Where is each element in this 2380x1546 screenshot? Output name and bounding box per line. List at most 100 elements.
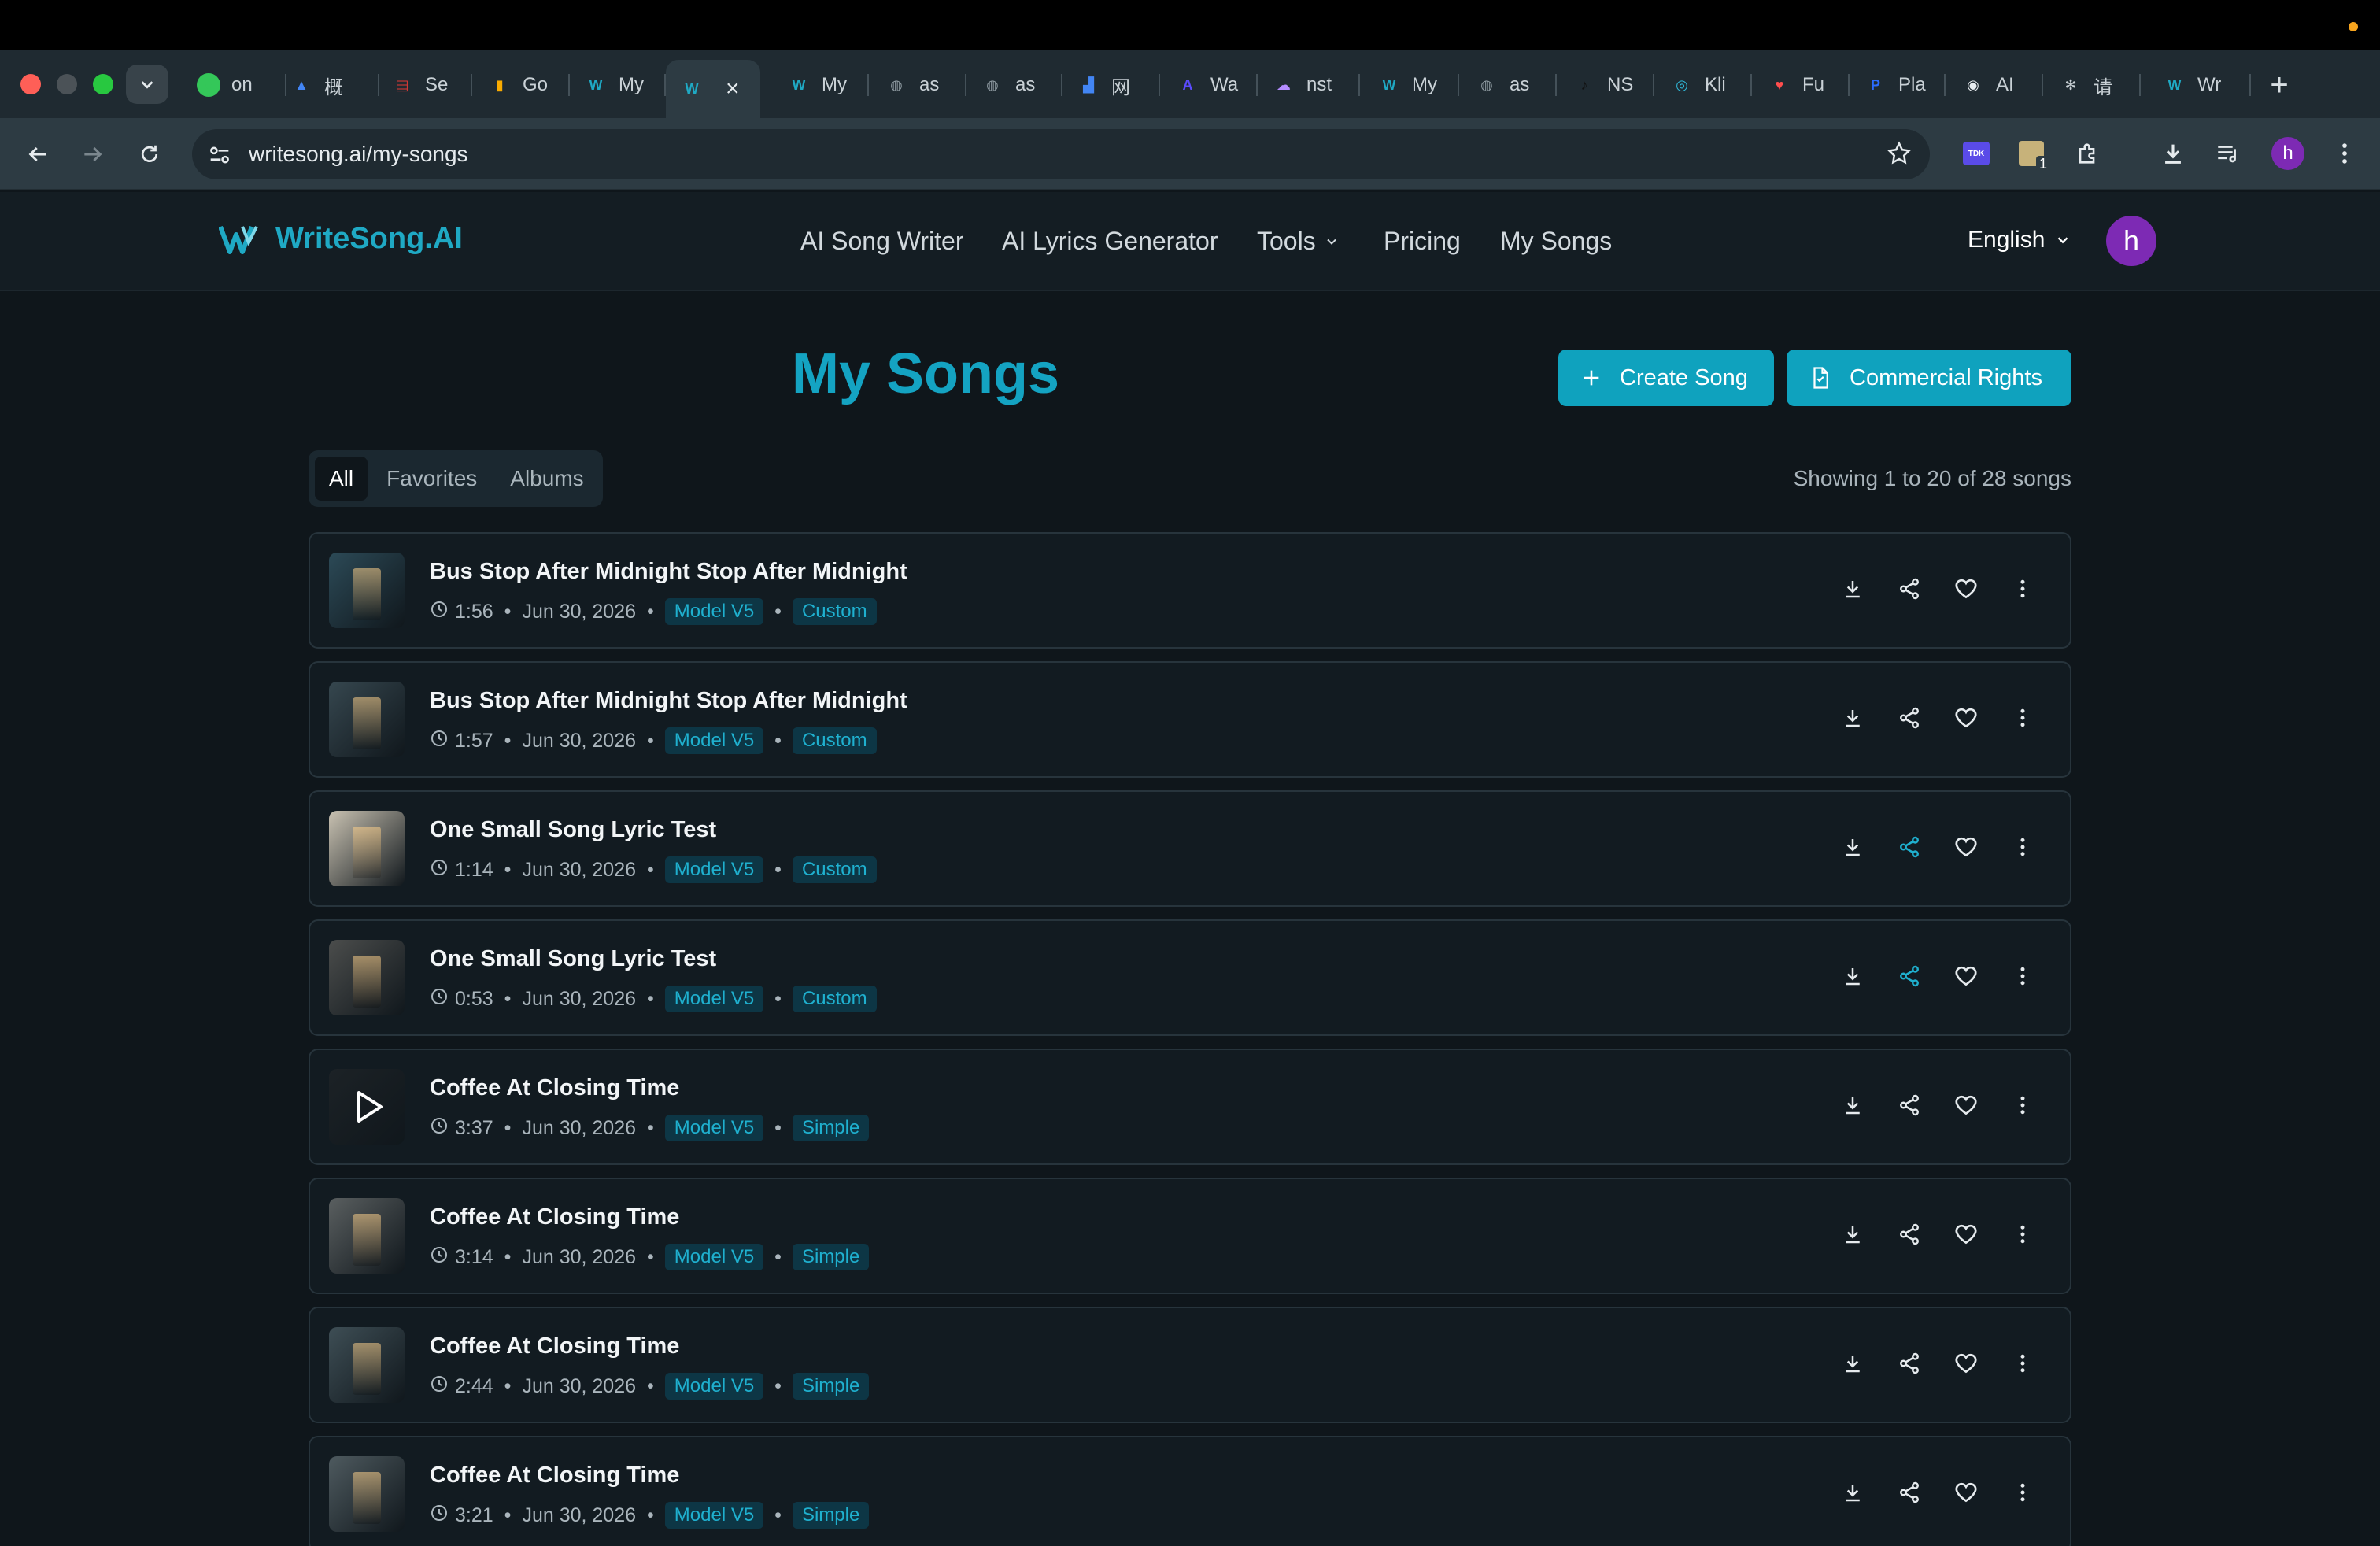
- more-options-icon[interactable]: [2007, 1348, 2038, 1379]
- filter-tab-albums[interactable]: Albums: [496, 457, 597, 501]
- song-row[interactable]: One Small Song Lyric Test 0:53 • Jun 30, 20…: [309, 919, 2071, 1036]
- song-row[interactable]: One Small Song Lyric Test 1:14 • Jun 30, 20…: [309, 790, 2071, 907]
- maximize-window-button[interactable]: [93, 74, 113, 94]
- share-icon[interactable]: [1894, 831, 1925, 863]
- song-title[interactable]: Bus Stop After Midnight Stop After Midni…: [430, 688, 907, 714]
- browser-tab[interactable]: W ×: [666, 60, 760, 118]
- browser-tab[interactable]: ▲ 概: [275, 66, 379, 104]
- share-icon[interactable]: [1894, 702, 1925, 734]
- minimize-window-button[interactable]: [57, 74, 77, 94]
- download-icon[interactable]: [1837, 702, 1868, 734]
- download-icon[interactable]: [1837, 1477, 1868, 1508]
- song-title[interactable]: Coffee At Closing Time: [430, 1333, 679, 1359]
- browser-tab[interactable]: ☁ nst: [1258, 66, 1360, 104]
- song-row[interactable]: Coffee At Closing Time 3:21 • Jun 30, 2026 •…: [309, 1436, 2071, 1546]
- more-options-icon[interactable]: [2007, 573, 2038, 605]
- more-options-icon[interactable]: [2007, 1219, 2038, 1250]
- browser-tab[interactable]: W My: [1363, 66, 1459, 104]
- browser-tab[interactable]: ▤ Se: [376, 66, 472, 104]
- more-options-icon[interactable]: [2007, 831, 2038, 863]
- browser-tab[interactable]: ▟ 网: [1062, 66, 1160, 104]
- download-icon[interactable]: [1837, 1348, 1868, 1379]
- song-cover-art[interactable]: [329, 1069, 405, 1145]
- song-title[interactable]: Coffee At Closing Time: [430, 1463, 679, 1489]
- downloads-button[interactable]: [2155, 135, 2191, 172]
- song-title[interactable]: One Small Song Lyric Test: [430, 946, 716, 972]
- play-icon[interactable]: [329, 1069, 405, 1145]
- song-title[interactable]: Coffee At Closing Time: [430, 1075, 679, 1101]
- forward-button[interactable]: [76, 137, 110, 172]
- browser-profile-avatar[interactable]: h: [2271, 137, 2304, 170]
- filter-tab-all[interactable]: All: [315, 457, 368, 501]
- site-settings-icon[interactable]: [206, 142, 233, 168]
- song-cover-art[interactable]: [329, 1327, 405, 1403]
- browser-tab[interactable]: A Wa: [1162, 66, 1258, 104]
- heart-icon[interactable]: [1950, 831, 1982, 863]
- heart-icon[interactable]: [1950, 1089, 1982, 1121]
- more-options-icon[interactable]: [2007, 1089, 2038, 1121]
- commercial-rights-button[interactable]: Commercial Rights: [1787, 350, 2071, 406]
- address-bar[interactable]: writesong.ai/my-songs: [192, 129, 1930, 179]
- song-row[interactable]: Coffee At Closing Time 3:37 • Jun 30, 2026 •…: [309, 1049, 2071, 1165]
- song-cover-art[interactable]: [329, 940, 405, 1015]
- nav-my-songs[interactable]: My Songs: [1500, 227, 1612, 256]
- browser-menu-button[interactable]: [2326, 135, 2363, 172]
- song-cover-art[interactable]: [329, 1456, 405, 1532]
- notes-extension-icon[interactable]: 1: [2013, 135, 2050, 172]
- song-row[interactable]: Coffee At Closing Time 2:44 • Jun 30, 2026 •…: [309, 1307, 2071, 1423]
- new-tab-button[interactable]: +: [2260, 66, 2298, 104]
- browser-tab[interactable]: ◍ as: [966, 66, 1062, 104]
- site-logo[interactable]: WriteSong.AI: [219, 222, 463, 256]
- browser-tab[interactable]: ◉ AI: [1947, 66, 2043, 104]
- browser-tab[interactable]: ♥ Fu: [1754, 66, 1850, 104]
- language-select[interactable]: English: [1968, 227, 2071, 253]
- nav-tools[interactable]: Tools: [1257, 227, 1340, 256]
- heart-icon[interactable]: [1950, 1219, 1982, 1250]
- share-icon[interactable]: [1894, 960, 1925, 992]
- share-icon[interactable]: [1894, 1477, 1925, 1508]
- download-icon[interactable]: [1837, 960, 1868, 992]
- tdk-extension-icon[interactable]: TDK: [1958, 135, 1994, 172]
- share-icon[interactable]: [1894, 1089, 1925, 1121]
- browser-tab[interactable]: W My: [773, 66, 869, 104]
- create-song-button[interactable]: Create Song: [1558, 350, 1774, 406]
- browser-tab[interactable]: ● on: [183, 66, 286, 104]
- browser-tab[interactable]: W Wr: [2149, 66, 2251, 104]
- browser-tab[interactable]: ♪ NS: [1558, 66, 1654, 104]
- share-icon[interactable]: [1894, 1219, 1925, 1250]
- browser-tab[interactable]: ◎ Kli: [1656, 66, 1752, 104]
- download-icon[interactable]: [1837, 573, 1868, 605]
- song-row[interactable]: Coffee At Closing Time 3:14 • Jun 30, 2026 •…: [309, 1178, 2071, 1294]
- user-avatar[interactable]: h: [2106, 216, 2156, 266]
- song-title[interactable]: One Small Song Lyric Test: [430, 817, 716, 843]
- heart-icon[interactable]: [1950, 960, 1982, 992]
- nav-pricing[interactable]: Pricing: [1384, 227, 1461, 256]
- nav-ai-song-writer[interactable]: AI Song Writer: [800, 227, 963, 256]
- heart-icon[interactable]: [1950, 1477, 1982, 1508]
- download-icon[interactable]: [1837, 1219, 1868, 1250]
- song-title[interactable]: Bus Stop After Midnight Stop After Midni…: [430, 559, 907, 585]
- song-cover-art[interactable]: [329, 682, 405, 757]
- browser-tab[interactable]: ✻ 请: [2045, 66, 2141, 104]
- share-icon[interactable]: [1894, 573, 1925, 605]
- heart-icon[interactable]: [1950, 573, 1982, 605]
- back-button[interactable]: [20, 137, 55, 172]
- close-window-button[interactable]: [20, 74, 41, 94]
- filter-tab-favorites[interactable]: Favorites: [372, 457, 491, 501]
- share-icon[interactable]: [1894, 1348, 1925, 1379]
- browser-tab[interactable]: W My: [570, 66, 666, 104]
- more-options-icon[interactable]: [2007, 702, 2038, 734]
- song-title[interactable]: Coffee At Closing Time: [430, 1204, 679, 1230]
- song-cover-art[interactable]: [329, 553, 405, 628]
- browser-tab[interactable]: ▮ Go: [474, 66, 570, 104]
- heart-icon[interactable]: [1950, 1348, 1982, 1379]
- tab-search-button[interactable]: [126, 65, 168, 104]
- song-row[interactable]: Bus Stop After Midnight Stop After Midni…: [309, 532, 2071, 649]
- heart-icon[interactable]: [1950, 702, 1982, 734]
- song-cover-art[interactable]: [329, 1198, 405, 1274]
- media-controls-button[interactable]: [2210, 135, 2246, 172]
- browser-tab[interactable]: ◍ as: [870, 66, 966, 104]
- reload-button[interactable]: [132, 137, 167, 172]
- extensions-button[interactable]: [2070, 135, 2106, 172]
- download-icon[interactable]: [1837, 831, 1868, 863]
